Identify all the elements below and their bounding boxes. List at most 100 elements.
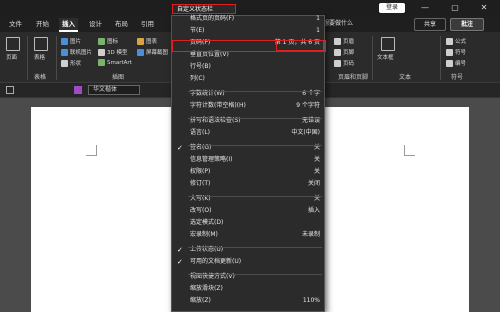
menu-item[interactable]: 改写(O) 插入 [172, 205, 324, 217]
header-footer-group-label: 页眉和页脚 [338, 74, 369, 81]
menu-item-value: 关 [313, 156, 320, 163]
menu-separator [188, 247, 322, 248]
numbering-button[interactable]: 编号 [446, 59, 466, 67]
menu-item-label: 缩放(Z) [190, 297, 211, 304]
menu-item-value: 无错误 [301, 117, 320, 124]
illustration-group-label: 插图 [112, 74, 125, 81]
icons-icon [98, 38, 105, 45]
symbol-group-label: 符号 [451, 74, 464, 81]
menu-item[interactable]: 语言(L) 中文(中国) [172, 127, 324, 139]
comment-button[interactable]: 批注 [450, 18, 484, 31]
tab-layout[interactable]: 布局 [115, 18, 128, 30]
menu-item-label: 大写(K) [190, 195, 211, 202]
menu-item[interactable]: ✓ 上传状态(U) [172, 244, 324, 256]
menu-item[interactable]: 格式页的页码(F) 1 [172, 13, 324, 25]
menu-item-label: 改写(O) [190, 207, 212, 214]
online-picture-icon [61, 49, 68, 56]
restore-button[interactable]: ▢ [445, 1, 465, 15]
tab-references[interactable]: 引用 [141, 18, 154, 30]
numbering-label: 编号 [455, 61, 467, 67]
menu-item-label: 节(E) [190, 27, 205, 34]
shapes-button[interactable]: 形状 [61, 59, 81, 67]
icons-button[interactable]: 图标 [98, 37, 118, 45]
crop-mark [86, 145, 97, 156]
smartart-label: SmartArt [107, 60, 132, 66]
symbol-label: 符号 [455, 50, 467, 56]
footer-icon [334, 49, 341, 56]
menu-item[interactable]: 修订(T) 关闭 [172, 178, 324, 190]
menu-item-label: 拼写和语法检查(S) [190, 117, 241, 124]
login-button[interactable]: 登录 [379, 3, 405, 13]
comment-label: 批注 [460, 21, 473, 28]
check-icon: ✓ [177, 258, 183, 266]
table-label: 表格 [34, 55, 46, 61]
textbox-icon[interactable] [381, 37, 395, 51]
smartart-button[interactable]: SmartArt [98, 59, 132, 66]
menu-item[interactable]: 权限(P) 关 [172, 166, 324, 178]
menu-item-label: 可用的文档更新(U) [190, 258, 242, 265]
crop-mark [404, 145, 415, 156]
textbox-label: 文本框 [377, 55, 394, 61]
tab-design[interactable]: 设计 [89, 18, 102, 30]
menu-item-value: 未录制 [301, 231, 320, 238]
menu-item[interactable]: 字符计数(带空格)(H) 9 个字符 [172, 100, 324, 112]
ribbon-divider [372, 36, 373, 80]
menu-item-label: 视图快捷方式(V) [190, 273, 235, 280]
symbol-button[interactable]: 符号 [446, 48, 466, 56]
font-name-select[interactable]: 华文楷体 [88, 85, 140, 95]
header-button[interactable]: 页眉 [334, 37, 354, 45]
icons-label: 图标 [107, 39, 119, 45]
menu-item[interactable]: 字数统计(W) 6 个字 [172, 88, 324, 100]
shapes-icon [61, 60, 68, 67]
menu-item[interactable]: 缩放(Z) 110% [172, 295, 324, 307]
chart-label: 图表 [146, 39, 158, 45]
menu-item[interactable]: ✓ 可用的文档更新(U) [172, 256, 324, 268]
equation-button[interactable]: 公式 [446, 37, 466, 45]
menu-item-label: 行号(B) [190, 63, 211, 70]
menu-item[interactable]: 列(C) [172, 73, 324, 85]
menu-item[interactable]: 视图快捷方式(V) [172, 271, 324, 283]
table-icon[interactable] [34, 37, 48, 51]
screenshot-icon [137, 49, 144, 56]
menu-item[interactable]: 选定模式(D) [172, 217, 324, 229]
pictures-button[interactable]: 图片 [61, 37, 81, 45]
chart-button[interactable]: 图表 [137, 37, 157, 45]
menu-item[interactable]: 缩放滑块(Z) [172, 283, 324, 295]
menu-item-value: 关 [313, 195, 320, 202]
menu-item[interactable]: 信息管理策略(I) 关 [172, 154, 324, 166]
menu-item[interactable]: 行号(B) [172, 61, 324, 73]
menu-item[interactable]: 大写(K) 关 [172, 193, 324, 205]
save-icon[interactable] [74, 86, 82, 94]
share-button[interactable]: 共享 [414, 18, 446, 31]
menu-item-label: 字符计数(带空格)(H) [190, 102, 246, 109]
highlight-value-box [276, 40, 324, 51]
close-button[interactable]: ✕ [474, 1, 494, 15]
tab-file[interactable]: 文件 [9, 18, 22, 30]
menu-item[interactable]: 节(E) 1 [172, 25, 324, 37]
3d-models-button[interactable]: 3D 模型 [98, 48, 127, 56]
footer-button[interactable]: 页脚 [334, 48, 354, 56]
text-group-label: 文本 [399, 74, 412, 81]
tab-home[interactable]: 开始 [36, 18, 49, 30]
menu-item-value: 1 [316, 15, 320, 22]
table-group-label: 表格 [34, 74, 47, 81]
document-icon[interactable] [6, 86, 14, 94]
menu-item[interactable]: 宏录制(M) 未录制 [172, 229, 324, 241]
menu-item[interactable]: 拼写和语法检查(S) 无错误 [172, 115, 324, 127]
menu-item-value: 110% [302, 297, 320, 304]
menu-separator [188, 274, 322, 275]
pages-label: 页面 [6, 55, 18, 61]
menu-item-label: 格式页的页码(F) [190, 15, 235, 22]
header-icon [334, 38, 341, 45]
pages-icon[interactable] [6, 37, 20, 51]
minimize-button[interactable]: — [415, 1, 435, 15]
menu-item-value: 关闭 [307, 180, 320, 187]
page-number-button[interactable]: 页码 [334, 59, 354, 67]
online-pictures-label: 联机图片 [70, 50, 93, 56]
online-pictures-button[interactable]: 联机图片 [61, 48, 92, 56]
smartart-icon [98, 59, 105, 66]
screenshot-button[interactable]: 屏幕截图 [137, 48, 168, 56]
share-label: 共享 [423, 21, 436, 28]
tab-insert[interactable]: 插入 [59, 18, 78, 32]
menu-item[interactable]: ✓ 签名(G) 关 [172, 142, 324, 154]
